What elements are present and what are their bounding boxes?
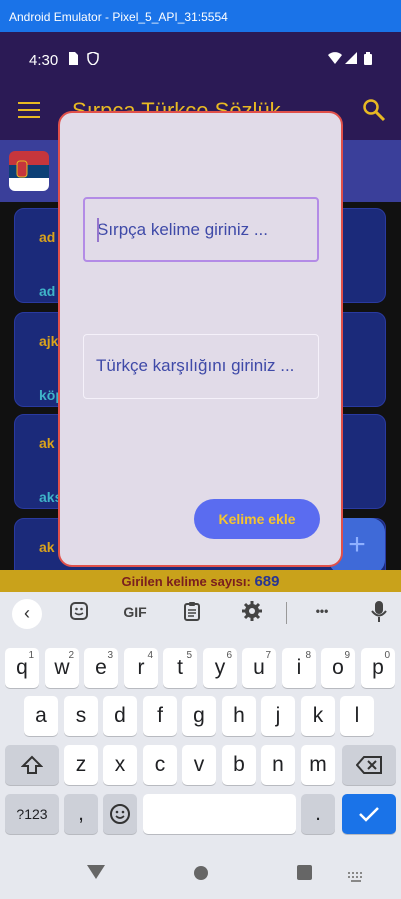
- key-hint: 7: [265, 650, 271, 661]
- wifi-icon: [328, 52, 342, 67]
- key-label: o: [332, 656, 344, 679]
- key-o[interactable]: o9: [321, 648, 355, 688]
- turkish-meaning-placeholder: Türkçe karşılığını giriniz ...: [96, 356, 295, 375]
- list-item-word: ak: [39, 539, 55, 555]
- key-j[interactable]: j: [261, 696, 295, 736]
- key-hint: 2: [68, 650, 74, 661]
- key-label: r: [137, 656, 145, 679]
- key-q[interactable]: q1: [5, 648, 39, 688]
- key-hint: 0: [384, 650, 390, 661]
- keyboard-switch-icon[interactable]: [348, 869, 364, 887]
- key-hint: 4: [147, 650, 153, 661]
- key-label: q: [16, 656, 28, 679]
- key-n[interactable]: n: [261, 745, 295, 785]
- counter-value: 689: [254, 573, 280, 590]
- key-h[interactable]: h: [222, 696, 256, 736]
- key-y[interactable]: y6: [203, 648, 237, 688]
- key-hint: 5: [186, 650, 192, 661]
- key-label: u: [253, 656, 265, 679]
- key-hint: 8: [305, 650, 311, 661]
- key-f[interactable]: f: [143, 696, 177, 736]
- text-caret: [97, 218, 99, 242]
- key-hint: 1: [28, 650, 34, 661]
- soft-keyboard: ‹ GIF ••• q1 w2 e3 r4 t5 y6 u7 i8 o9 p 0…: [0, 592, 401, 899]
- clipboard-icon[interactable]: [177, 601, 207, 627]
- gif-icon[interactable]: GIF: [120, 604, 150, 630]
- key-v[interactable]: v: [182, 745, 216, 785]
- key-p[interactable]: p0: [361, 648, 395, 688]
- key-x[interactable]: x: [103, 745, 137, 785]
- search-icon[interactable]: [362, 98, 388, 124]
- key-label: i: [296, 656, 302, 679]
- device-screen: 4:30 Sırpça Türkçe Sözlük: [0, 32, 401, 899]
- space-bar[interactable]: [143, 794, 296, 834]
- period-key[interactable]: .: [301, 794, 335, 834]
- shift-icon[interactable]: [5, 745, 59, 785]
- security-icon: [87, 51, 99, 68]
- enter-check-icon[interactable]: [342, 794, 396, 834]
- list-item-meaning: ad: [39, 283, 56, 299]
- key-r[interactable]: r4: [124, 648, 158, 688]
- key-s[interactable]: s: [64, 696, 98, 736]
- menu-icon[interactable]: [18, 102, 40, 118]
- nav-home-icon[interactable]: [193, 865, 209, 886]
- key-m[interactable]: m: [301, 745, 335, 785]
- emulator-title: Android Emulator - Pixel_5_API_31:5554: [9, 10, 228, 24]
- serbian-word-placeholder: Sırpça kelime giriniz ...: [97, 220, 268, 239]
- gear-icon[interactable]: [237, 601, 267, 627]
- key-a[interactable]: a: [24, 696, 58, 736]
- add-word-dialog: Sırpça kelime giriniz ... Türkçe karşılı…: [58, 111, 343, 567]
- serbia-flag: [9, 151, 49, 191]
- nav-recents-icon[interactable]: [297, 865, 312, 885]
- more-icon[interactable]: •••: [307, 604, 337, 630]
- signal-icon: [345, 52, 357, 67]
- key-k[interactable]: k: [301, 696, 335, 736]
- list-item-word: ad: [39, 229, 56, 245]
- key-t[interactable]: t5: [163, 648, 197, 688]
- key-b[interactable]: b: [222, 745, 256, 785]
- key-label: y: [214, 656, 226, 679]
- backspace-icon[interactable]: [342, 745, 396, 785]
- key-label: t: [177, 656, 183, 679]
- system-nav-bar: [0, 847, 401, 899]
- back-icon[interactable]: ‹: [12, 599, 42, 629]
- sticker-icon[interactable]: [64, 601, 94, 627]
- emulator-title-bar: Android Emulator - Pixel_5_API_31:5554: [0, 0, 401, 32]
- list-item-word: ak: [39, 435, 55, 451]
- nav-back-icon[interactable]: [87, 865, 105, 884]
- key-e[interactable]: e3: [84, 648, 118, 688]
- key-label: e: [95, 656, 107, 679]
- key-c[interactable]: c: [143, 745, 177, 785]
- emoji-icon[interactable]: [103, 794, 137, 834]
- key-w[interactable]: w2: [45, 648, 79, 688]
- key-i[interactable]: i8: [282, 648, 316, 688]
- key-d[interactable]: d: [103, 696, 137, 736]
- key-l[interactable]: l: [340, 696, 374, 736]
- key-label: w: [54, 656, 70, 679]
- key-g[interactable]: g: [182, 696, 216, 736]
- mic-icon[interactable]: [364, 601, 394, 627]
- battery-icon: [364, 52, 372, 68]
- serbian-word-input[interactable]: Sırpça kelime giriniz ...: [83, 197, 319, 262]
- turkish-meaning-input[interactable]: Türkçe karşılığını giriniz ...: [83, 334, 319, 399]
- list-item-word: ajk: [39, 333, 59, 349]
- add-word-button[interactable]: Kelime ekle: [194, 499, 320, 539]
- key-hint: 3: [107, 650, 113, 661]
- key-hint: 9: [344, 650, 350, 661]
- key-hint: 6: [226, 650, 232, 661]
- keyboard-toolbar: ‹ GIF •••: [0, 592, 401, 636]
- counter-label: Girilen kelime sayısı:: [121, 574, 251, 589]
- key-u[interactable]: u7: [242, 648, 276, 688]
- status-time: 4:30: [29, 52, 59, 69]
- word-counter: Girilen kelime sayısı: 689: [0, 570, 401, 592]
- sim-card-icon: [67, 52, 78, 68]
- comma-key[interactable]: ,: [64, 794, 98, 834]
- key-z[interactable]: z: [64, 745, 98, 785]
- key-label: p: [372, 656, 384, 679]
- toolbar-divider: [286, 602, 287, 624]
- status-bar: 4:30: [0, 32, 401, 88]
- symbols-key[interactable]: ?123: [5, 794, 59, 834]
